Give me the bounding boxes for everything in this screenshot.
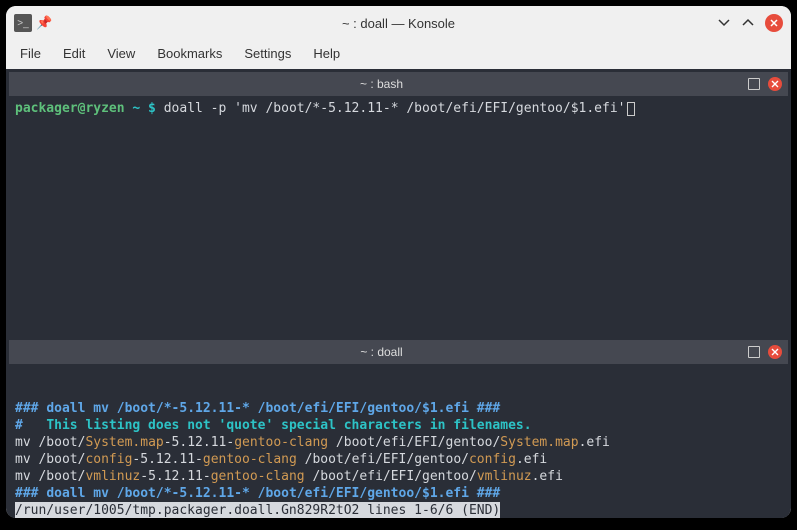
close-button[interactable] bbox=[765, 14, 783, 32]
pane-bash: ~ : bash packager@ryzen ~ $ doall -p 'mv… bbox=[9, 72, 788, 338]
command-input: doall -p 'mv /boot/*-5.12.11-* /boot/efi… bbox=[164, 101, 626, 116]
prompt-path: ~ $ bbox=[125, 101, 164, 116]
menu-settings[interactable]: Settings bbox=[244, 46, 291, 61]
konsole-window: >_ 📌 ~ : doall — Konsole File Edit View … bbox=[6, 6, 791, 518]
output-row: mv /boot/System.map-5.12.11-gentoo-clang… bbox=[15, 435, 610, 450]
menu-bookmarks[interactable]: Bookmarks bbox=[157, 46, 222, 61]
menu-file[interactable]: File bbox=[20, 46, 41, 61]
output-cmd: doall mv /boot/*-5.12.11-* /boot/efi/EFI… bbox=[46, 401, 469, 416]
prompt-user: packager@ryzen bbox=[15, 101, 125, 116]
pin-icon[interactable]: 📌 bbox=[36, 15, 52, 31]
menu-view[interactable]: View bbox=[107, 46, 135, 61]
pane-title: ~ : bash bbox=[15, 77, 748, 91]
menubar: File Edit View Bookmarks Settings Help bbox=[6, 40, 791, 69]
terminal-doall[interactable]: ### doall mv /boot/*-5.12.11-* /boot/efi… bbox=[9, 364, 788, 518]
pane-close-button[interactable] bbox=[768, 345, 782, 359]
pane-header[interactable]: ~ : bash bbox=[9, 72, 788, 96]
output-hash: ### bbox=[469, 401, 500, 416]
menu-help[interactable]: Help bbox=[313, 46, 340, 61]
titlebar[interactable]: >_ 📌 ~ : doall — Konsole bbox=[6, 6, 791, 40]
pane-maximize-icon[interactable] bbox=[748, 78, 760, 90]
pane-header[interactable]: ~ : doall bbox=[9, 340, 788, 364]
output-hash: ### bbox=[469, 486, 500, 501]
output-note: This listing does not 'quote' special ch… bbox=[46, 418, 531, 433]
output-row: mv /boot/vmlinuz-5.12.11-gentoo-clang /b… bbox=[15, 469, 563, 484]
output-hash: ### bbox=[15, 401, 46, 416]
terminal-area: ~ : bash packager@ryzen ~ $ doall -p 'mv… bbox=[6, 69, 791, 518]
output-row: mv /boot/config-5.12.11-gentoo-clang /bo… bbox=[15, 452, 547, 467]
maximize-button[interactable] bbox=[741, 15, 755, 32]
pane-doall: ~ : doall ### doall mv /boot/*-5.12.11-*… bbox=[9, 340, 788, 515]
pager-status: /run/user/1005/tmp.packager.doall.Gn829R… bbox=[15, 502, 500, 518]
output-hash: # bbox=[15, 418, 46, 433]
minimize-button[interactable] bbox=[717, 15, 731, 32]
output-cmd: doall mv /boot/*-5.12.11-* /boot/efi/EFI… bbox=[46, 486, 469, 501]
pane-title: ~ : doall bbox=[15, 345, 748, 359]
output-hash: ### bbox=[15, 486, 46, 501]
app-icon: >_ bbox=[14, 14, 32, 32]
pane-maximize-icon[interactable] bbox=[748, 346, 760, 358]
terminal-bash[interactable]: packager@ryzen ~ $ doall -p 'mv /boot/*-… bbox=[9, 96, 788, 121]
menu-edit[interactable]: Edit bbox=[63, 46, 85, 61]
cursor-icon bbox=[627, 102, 635, 116]
window-title: ~ : doall — Konsole bbox=[94, 16, 703, 31]
pane-close-button[interactable] bbox=[768, 77, 782, 91]
